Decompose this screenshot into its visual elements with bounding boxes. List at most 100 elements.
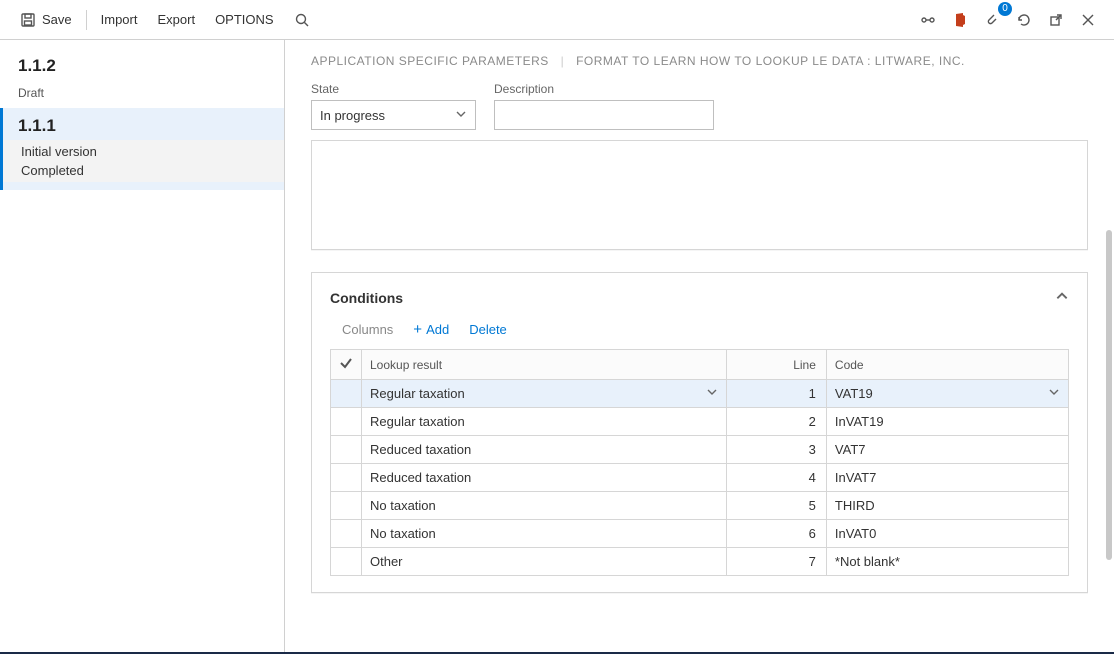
options-button[interactable]: OPTIONS [205, 6, 284, 33]
connector-icon [920, 12, 936, 28]
lookup-value: Regular taxation [370, 386, 465, 401]
version-item[interactable]: 1.1.2 Draft [0, 48, 284, 108]
row-select-cell[interactable] [331, 408, 362, 436]
version-status-line: Initial version [18, 142, 284, 161]
row-select-cell[interactable] [331, 520, 362, 548]
chevron-down-icon [706, 386, 718, 401]
export-button[interactable]: Export [147, 6, 205, 33]
description-field: Description [494, 82, 714, 130]
chevron-down-icon [455, 108, 467, 123]
code-cell[interactable]: VAT7 [826, 436, 1068, 464]
save-icon [20, 12, 36, 28]
breadcrumb-separator: | [561, 54, 565, 68]
version-title: 1.1.2 [18, 56, 266, 76]
table-row[interactable]: No taxation5THIRD [331, 492, 1069, 520]
version-item-selected[interactable]: 1.1.1 Initial version Completed [0, 108, 284, 190]
popout-icon [1048, 12, 1064, 28]
line-cell[interactable]: 4 [726, 464, 826, 492]
row-select-cell[interactable] [331, 492, 362, 520]
upper-panel [311, 140, 1088, 250]
toolbar-separator [86, 10, 87, 30]
conditions-actions: Columns + Add Delete [312, 316, 1087, 349]
close-button[interactable] [1072, 6, 1104, 34]
add-button[interactable]: + Add [413, 322, 449, 337]
lookup-cell[interactable]: Regular taxation [362, 408, 727, 436]
options-label: OPTIONS [215, 12, 274, 27]
line-cell[interactable]: 1 [726, 380, 826, 408]
chevron-down-icon [1048, 386, 1060, 401]
table-row[interactable]: No taxation6InVAT0 [331, 520, 1069, 548]
columns-button[interactable]: Columns [342, 322, 393, 337]
line-cell[interactable]: 7 [726, 548, 826, 576]
table-row[interactable]: Reduced taxation4InVAT7 [331, 464, 1069, 492]
row-select-cell[interactable] [331, 380, 362, 408]
conditions-title: Conditions [330, 290, 403, 306]
code-cell[interactable]: VAT19 [826, 380, 1068, 408]
state-select[interactable]: In progress [311, 100, 476, 130]
version-status-line: Completed [18, 161, 284, 180]
lookup-cell[interactable]: No taxation [362, 520, 727, 548]
save-label: Save [42, 12, 72, 27]
state-field: State In progress [311, 82, 476, 130]
col-select[interactable] [331, 350, 362, 380]
content-pane: APPLICATION SPECIFIC PARAMETERS | FORMAT… [285, 40, 1114, 654]
breadcrumb: APPLICATION SPECIFIC PARAMETERS | FORMAT… [311, 54, 1088, 68]
code-cell[interactable]: InVAT0 [826, 520, 1068, 548]
lookup-cell[interactable]: Reduced taxation [362, 436, 727, 464]
scrollbar[interactable] [1106, 230, 1112, 560]
col-code[interactable]: Code [826, 350, 1068, 380]
description-label: Description [494, 82, 714, 96]
conditions-grid: Lookup result Line Code Regular taxation… [330, 349, 1069, 576]
refresh-icon [1016, 12, 1032, 28]
version-sidebar: 1.1.2 Draft 1.1.1 Initial version Comple… [0, 40, 285, 654]
collapse-button[interactable] [1055, 289, 1069, 306]
lookup-cell[interactable]: Reduced taxation [362, 464, 727, 492]
line-cell[interactable]: 2 [726, 408, 826, 436]
notifications-button[interactable]: 0 [976, 6, 1008, 34]
save-button[interactable]: Save [10, 6, 82, 34]
description-input[interactable] [494, 100, 714, 130]
line-cell[interactable]: 5 [726, 492, 826, 520]
delete-button[interactable]: Delete [469, 322, 507, 337]
lookup-cell[interactable]: No taxation [362, 492, 727, 520]
table-row[interactable]: Reduced taxation3VAT7 [331, 436, 1069, 464]
office-button[interactable] [944, 6, 976, 34]
version-title: 1.1.1 [18, 116, 266, 136]
row-select-cell[interactable] [331, 548, 362, 576]
table-row[interactable]: Other7*Not blank* [331, 548, 1069, 576]
code-cell[interactable]: *Not blank* [826, 548, 1068, 576]
line-cell[interactable]: 6 [726, 520, 826, 548]
add-label: Add [426, 322, 449, 337]
col-line[interactable]: Line [726, 350, 826, 380]
row-select-cell[interactable] [331, 464, 362, 492]
conditions-header: Conditions [312, 273, 1087, 316]
grid-header-row: Lookup result Line Code [331, 350, 1069, 380]
notification-badge: 0 [998, 2, 1012, 16]
close-icon [1080, 12, 1096, 28]
lookup-cell[interactable]: Regular taxation [362, 380, 727, 408]
check-icon [339, 359, 353, 373]
breadcrumb-part: APPLICATION SPECIFIC PARAMETERS [311, 54, 549, 68]
row-select-cell[interactable] [331, 436, 362, 464]
import-label: Import [101, 12, 138, 27]
table-row[interactable]: Regular taxation2InVAT19 [331, 408, 1069, 436]
state-label: State [311, 82, 476, 96]
code-value: VAT19 [835, 386, 873, 401]
code-cell[interactable]: InVAT7 [826, 464, 1068, 492]
export-label: Export [157, 12, 195, 27]
header-fields: State In progress Description [311, 82, 1088, 130]
popout-button[interactable] [1040, 6, 1072, 34]
line-cell[interactable]: 3 [726, 436, 826, 464]
refresh-button[interactable] [1008, 6, 1040, 34]
code-cell[interactable]: InVAT19 [826, 408, 1068, 436]
connector-button[interactable] [912, 6, 944, 34]
table-row[interactable]: Regular taxation 1 VAT19 [331, 380, 1069, 408]
lookup-cell[interactable]: Other [362, 548, 727, 576]
search-button[interactable] [284, 6, 320, 34]
main-area: 1.1.2 Draft 1.1.1 Initial version Comple… [0, 40, 1114, 654]
import-button[interactable]: Import [91, 6, 148, 33]
col-lookup[interactable]: Lookup result [362, 350, 727, 380]
code-cell[interactable]: THIRD [826, 492, 1068, 520]
version-substatus: Initial version Completed [3, 140, 284, 182]
state-value: In progress [320, 108, 385, 123]
